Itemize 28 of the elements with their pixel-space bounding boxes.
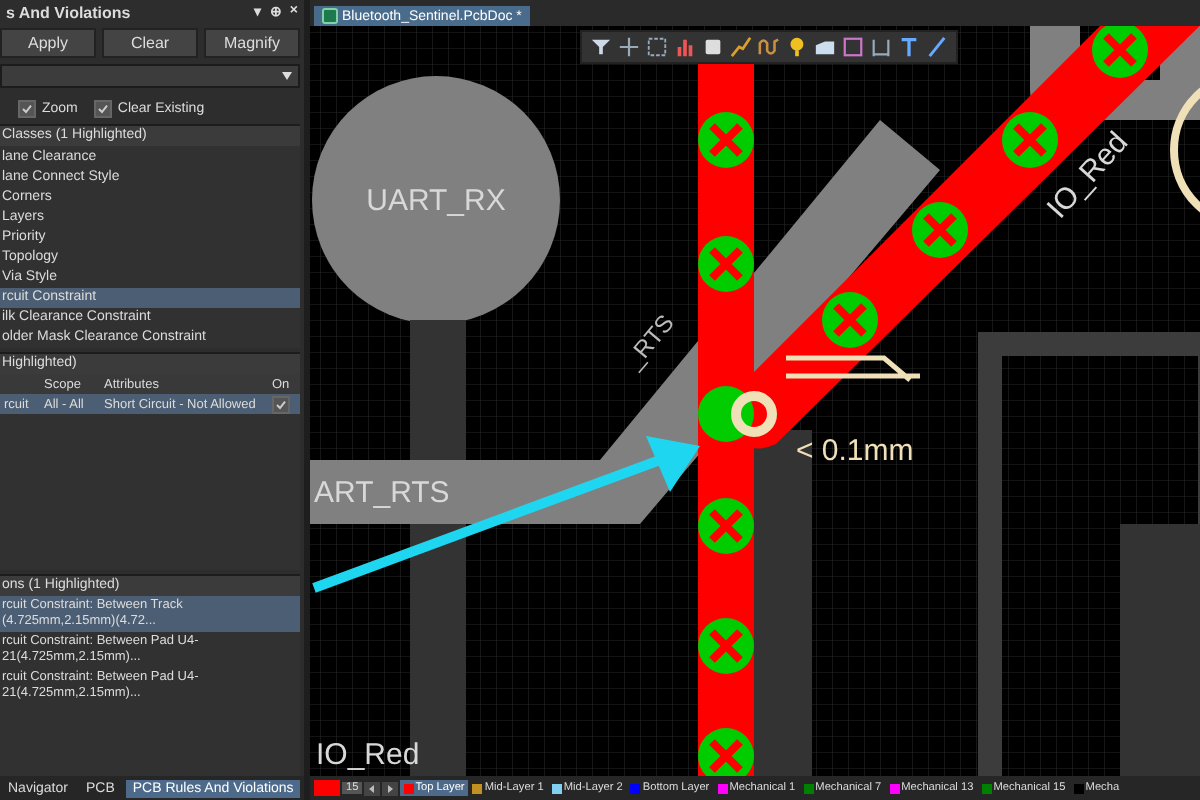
- filter-icon[interactable]: [590, 36, 612, 58]
- line-icon[interactable]: [926, 36, 948, 58]
- text-icon[interactable]: [898, 36, 920, 58]
- checkmark-icon: [22, 104, 32, 114]
- checkbox[interactable]: [272, 395, 290, 413]
- caret-icon: [282, 72, 292, 80]
- previous-icon[interactable]: [364, 781, 381, 795]
- select-icon[interactable]: [646, 36, 668, 58]
- frame-icon[interactable]: [842, 36, 864, 58]
- pin-icon[interactable]: [786, 36, 808, 58]
- next-icon[interactable]: [382, 781, 399, 795]
- chart-icon[interactable]: [674, 36, 696, 58]
- shape-icon[interactable]: [814, 36, 836, 58]
- pcb-document-icon: [322, 8, 338, 24]
- layer-color-swatch[interactable]: [314, 780, 340, 796]
- panel-button[interactable]: Clear: [102, 28, 198, 58]
- checkbox[interactable]: [18, 100, 36, 118]
- dropdown-field[interactable]: [0, 64, 300, 88]
- checkmark-icon: [276, 399, 286, 409]
- panel-title: s And Violations: [6, 3, 131, 21]
- dimension-icon[interactable]: [870, 36, 892, 58]
- route-icon[interactable]: [730, 36, 752, 58]
- plus-icon[interactable]: [618, 36, 640, 58]
- checkbox[interactable]: [93, 100, 112, 118]
- checkmark-icon: [97, 104, 108, 114]
- wave-icon[interactable]: [758, 36, 780, 58]
- panel-button[interactable]: Magnify: [204, 28, 300, 58]
- panel-button[interactable]: Apply: [0, 28, 96, 58]
